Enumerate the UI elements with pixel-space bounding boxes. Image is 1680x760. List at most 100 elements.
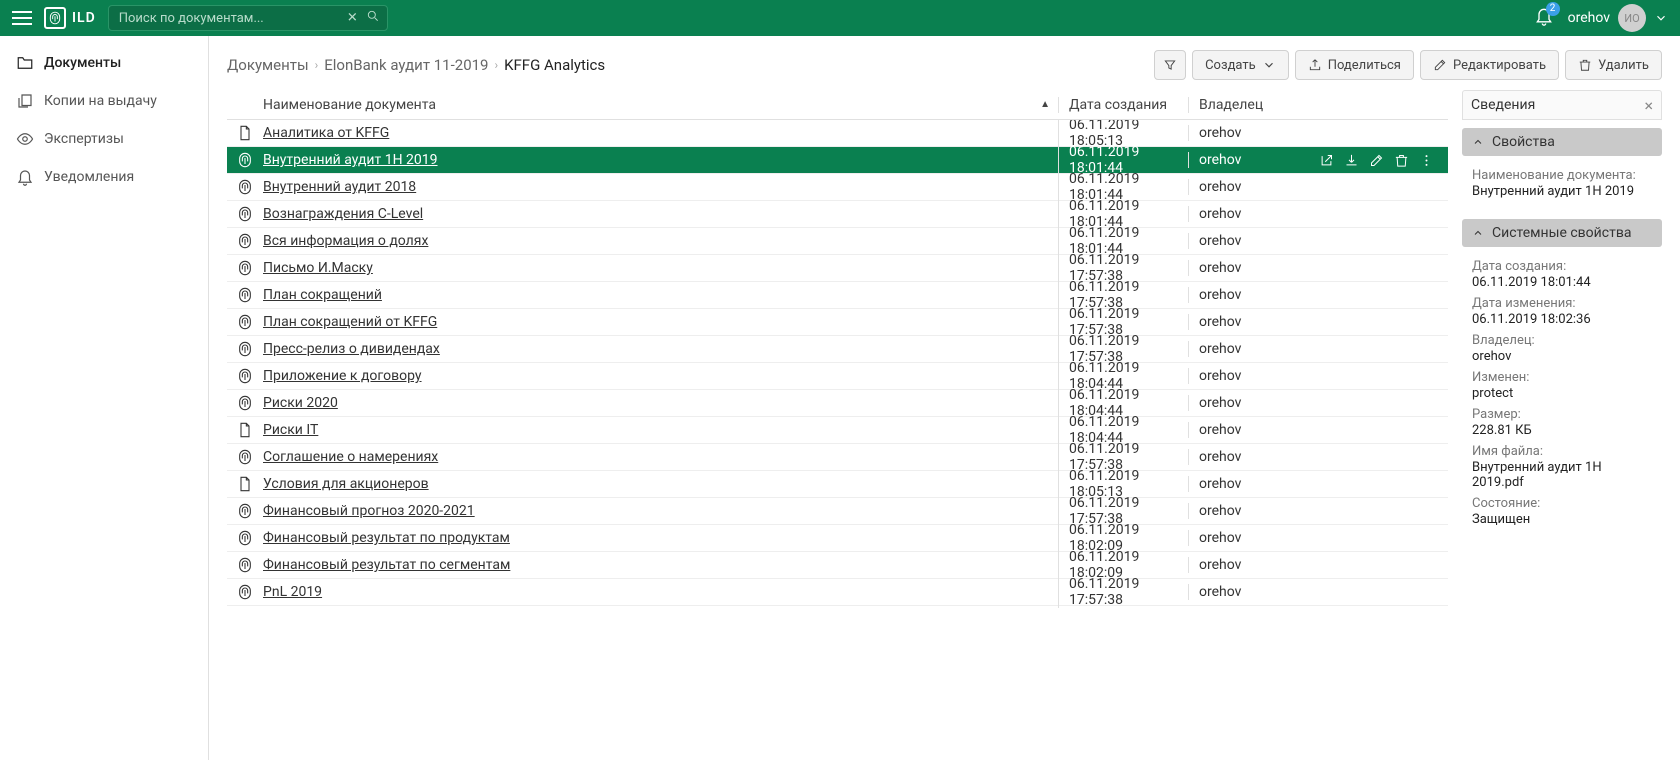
- delete-button[interactable]: Удалить: [1565, 50, 1662, 80]
- document-link[interactable]: Вознаграждения C-Level: [263, 206, 423, 222]
- clear-icon[interactable]: ✕: [347, 11, 358, 26]
- open-icon[interactable]: [1319, 153, 1334, 168]
- cell-owner: orehov: [1188, 179, 1308, 195]
- trash-icon[interactable]: [1394, 153, 1409, 168]
- close-icon[interactable]: ×: [1644, 96, 1653, 115]
- table-row[interactable]: Риски IT06.11.2019 18:04:44orehov: [227, 417, 1448, 444]
- table-row[interactable]: Пресс-релиз о дивидендах06.11.2019 17:57…: [227, 336, 1448, 363]
- table-row[interactable]: Финансовый прогноз 2020-202106.11.2019 1…: [227, 498, 1448, 525]
- chevron-right-icon: ›: [494, 58, 498, 72]
- document-link[interactable]: План сокращений: [263, 287, 382, 303]
- document-link[interactable]: Риски IT: [263, 422, 318, 438]
- sidebar-item-copies[interactable]: Копии на выдачу: [0, 82, 208, 120]
- sidebar-item-documents[interactable]: Документы: [0, 44, 208, 82]
- fingerprint-icon: [237, 152, 253, 168]
- notifications-button[interactable]: 2: [1534, 6, 1554, 30]
- user-menu[interactable]: orehov ИО: [1568, 4, 1668, 32]
- download-icon[interactable]: [1344, 153, 1359, 168]
- document-link[interactable]: PnL 2019: [263, 584, 322, 600]
- fingerprint-icon: [237, 179, 253, 195]
- search-input[interactable]: [108, 5, 388, 31]
- table-row[interactable]: Внутренний аудит 1Н 201906.11.2019 18:01…: [227, 147, 1448, 174]
- fingerprint-icon: [237, 260, 253, 276]
- edit-button[interactable]: Редактировать: [1420, 50, 1559, 80]
- document-icon: [237, 476, 253, 492]
- table-row[interactable]: Приложение к договору06.11.2019 18:04:44…: [227, 363, 1448, 390]
- chevron-down-icon: [1262, 58, 1276, 72]
- fingerprint-icon: [44, 7, 66, 29]
- eye-icon: [16, 130, 34, 148]
- copy-icon: [16, 92, 34, 110]
- table-row[interactable]: Вознаграждения C-Level06.11.2019 18:01:4…: [227, 201, 1448, 228]
- document-link[interactable]: План сокращений от KFFG: [263, 314, 437, 330]
- column-name[interactable]: Наименование документа ▲: [263, 97, 1058, 113]
- cell-date: 06.11.2019 17:57:38: [1058, 576, 1188, 608]
- cell-owner: orehov: [1188, 557, 1308, 573]
- document-link[interactable]: Соглашение о намерениях: [263, 449, 438, 465]
- toolbar: Документы › ElonBank аудит 11-2019 › KFF…: [209, 36, 1680, 90]
- table-row[interactable]: План сокращений06.11.2019 17:57:38orehov: [227, 282, 1448, 309]
- document-link[interactable]: Финансовый результат по сегментам: [263, 557, 510, 573]
- document-link[interactable]: Риски 2020: [263, 395, 338, 411]
- table-header: Наименование документа ▲ Дата создания В…: [227, 90, 1448, 120]
- table-row[interactable]: Аналитика от KFFG06.11.2019 18:05:13oreh…: [227, 120, 1448, 147]
- sidebar-item-notifications[interactable]: Уведомления: [0, 158, 208, 196]
- search-box: ✕: [108, 5, 388, 31]
- cell-owner: orehov: [1188, 341, 1308, 357]
- filter-button[interactable]: [1154, 50, 1186, 80]
- table-row[interactable]: Финансовый результат по сегментам06.11.2…: [227, 552, 1448, 579]
- fingerprint-icon: [237, 206, 253, 222]
- cell-owner: orehov: [1188, 260, 1308, 276]
- cell-owner: orehov: [1188, 449, 1308, 465]
- app-brand: ILD: [72, 10, 96, 26]
- fingerprint-icon: [237, 395, 253, 411]
- column-date[interactable]: Дата создания: [1058, 97, 1188, 113]
- table-row[interactable]: Финансовый результат по продуктам06.11.2…: [227, 525, 1448, 552]
- app-logo: ILD: [44, 7, 96, 29]
- cell-owner: orehov: [1188, 125, 1308, 141]
- menu-button[interactable]: [12, 8, 32, 28]
- table-row[interactable]: Внутренний аудит 201806.11.2019 18:01:44…: [227, 174, 1448, 201]
- fingerprint-icon: [237, 341, 253, 357]
- cell-owner: orehov: [1188, 314, 1308, 330]
- table-row[interactable]: Вся информация о долях06.11.2019 18:01:4…: [227, 228, 1448, 255]
- fingerprint-icon: [237, 530, 253, 546]
- fingerprint-icon: [237, 449, 253, 465]
- breadcrumb-link[interactable]: ElonBank аудит 11-2019: [324, 56, 488, 74]
- document-link[interactable]: Письмо И.Маску: [263, 260, 373, 276]
- document-link[interactable]: Внутренний аудит 1Н 2019: [263, 152, 438, 168]
- sidebar-item-expertise[interactable]: Экспертизы: [0, 120, 208, 158]
- section-properties-header[interactable]: Свойства: [1462, 128, 1662, 156]
- chevron-down-icon: [1654, 11, 1668, 25]
- cell-owner: orehov: [1188, 422, 1308, 438]
- share-button[interactable]: Поделиться: [1295, 50, 1414, 80]
- section-system-properties-header[interactable]: Системные свойства: [1462, 219, 1662, 247]
- table-row[interactable]: План сокращений от KFFG06.11.2019 17:57:…: [227, 309, 1448, 336]
- document-link[interactable]: Аналитика от KFFG: [263, 125, 389, 141]
- document-link[interactable]: Условия для акционеров: [263, 476, 429, 492]
- edit-icon[interactable]: [1369, 153, 1384, 168]
- table-row[interactable]: Условия для акционеров06.11.2019 18:05:1…: [227, 471, 1448, 498]
- fingerprint-icon: [237, 368, 253, 384]
- document-link[interactable]: Финансовый прогноз 2020-2021: [263, 503, 475, 519]
- cell-owner: orehov: [1188, 503, 1308, 519]
- details-panel: Сведения × Свойства Наименование докумен…: [1462, 90, 1662, 742]
- document-link[interactable]: Финансовый результат по продуктам: [263, 530, 510, 546]
- topbar: ILD ✕ 2 orehov ИО: [0, 0, 1680, 36]
- table-row[interactable]: PnL 201906.11.2019 17:57:38orehov: [227, 579, 1448, 606]
- table-row[interactable]: Соглашение о намерениях06.11.2019 17:57:…: [227, 444, 1448, 471]
- cell-owner: orehov: [1188, 476, 1308, 492]
- document-link[interactable]: Вся информация о долях: [263, 233, 428, 249]
- create-button[interactable]: Создать: [1192, 50, 1289, 80]
- search-icon[interactable]: [366, 9, 380, 27]
- document-link[interactable]: Внутренний аудит 2018: [263, 179, 416, 195]
- table-row[interactable]: Риски 202006.11.2019 18:04:44orehov: [227, 390, 1448, 417]
- document-link[interactable]: Пресс-релиз о дивидендах: [263, 341, 440, 357]
- column-owner[interactable]: Владелец: [1188, 97, 1308, 113]
- chevron-up-icon: [1472, 227, 1484, 239]
- more-icon[interactable]: [1419, 153, 1434, 168]
- breadcrumb-link[interactable]: Документы: [227, 56, 309, 74]
- table-row[interactable]: Письмо И.Маску06.11.2019 17:57:38orehov: [227, 255, 1448, 282]
- fingerprint-icon: [237, 314, 253, 330]
- document-link[interactable]: Приложение к договору: [263, 368, 422, 384]
